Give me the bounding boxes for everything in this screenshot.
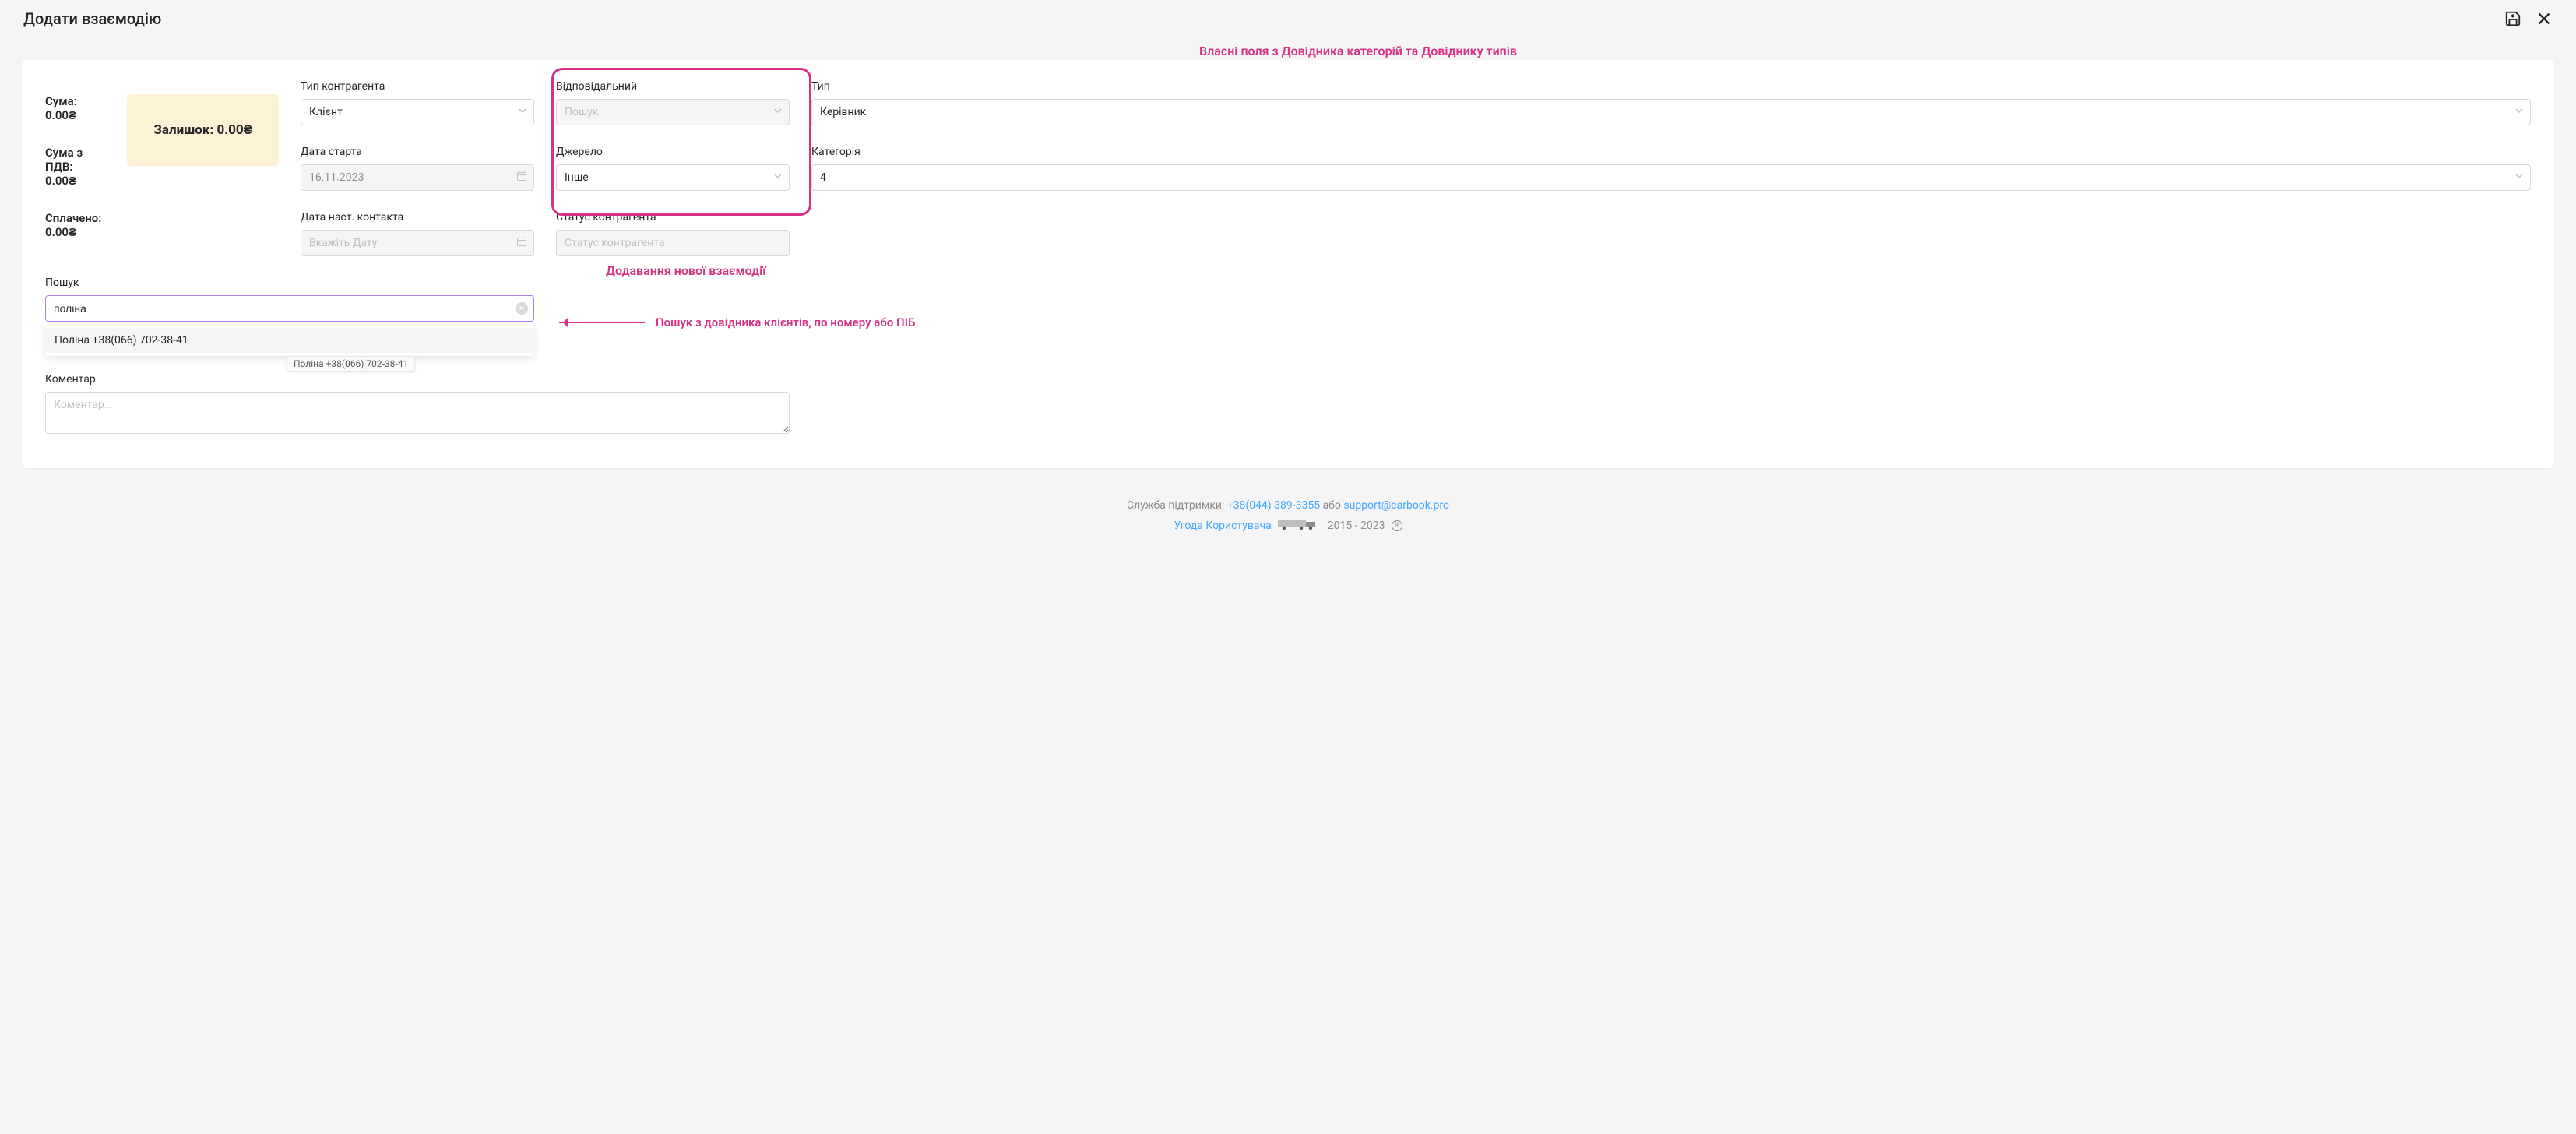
truck-icon xyxy=(1278,518,1321,534)
footer-email-link[interactable]: support@carbook.pro xyxy=(1343,499,1449,512)
annotation-top: Власні поля з Довідника категорій та Дов… xyxy=(0,44,2576,58)
modal-header: Додати взаємодію xyxy=(0,0,2576,37)
footer-or: або xyxy=(1320,499,1343,512)
summary-sum: Сума: 0.00₴ xyxy=(45,94,104,122)
summary-area: Сума: 0.00₴ Сума з ПДВ: 0.00₴ Сплачено: … xyxy=(45,80,279,259)
field-source: Джерело Інше xyxy=(556,146,790,191)
input-start-date[interactable]: 16.11.2023 xyxy=(301,164,534,191)
input-start-date-value: 16.11.2023 xyxy=(309,171,364,184)
comment-textarea[interactable] xyxy=(45,392,790,434)
select-counterparty-status-placeholder: Статус контрагента xyxy=(565,237,665,249)
footer-phone-link[interactable]: +38(044) 389-3355 xyxy=(1227,499,1320,512)
label-type: Тип xyxy=(811,80,2531,93)
header-actions xyxy=(2504,10,2553,27)
label-comment: Коментар xyxy=(45,373,790,386)
label-counterparty-status: Статус контрагента xyxy=(556,211,790,224)
calendar-icon xyxy=(516,171,527,185)
footer-agreement-link[interactable]: Угода Користувача xyxy=(1174,519,1272,532)
footer-support-line: Служба підтримки: +38(044) 389-3355 або … xyxy=(0,499,2576,512)
select-type[interactable]: Керівник xyxy=(811,99,2531,125)
clear-icon[interactable]: ✕ xyxy=(516,302,528,315)
footer-support-prefix: Служба підтримки: xyxy=(1127,499,1227,512)
label-start-date: Дата старта xyxy=(301,146,534,158)
select-counterparty-type[interactable]: Клієнт xyxy=(301,99,534,125)
form-card: Тип контрагента Клієнт Відповідальний По… xyxy=(22,60,2554,468)
calendar-icon xyxy=(516,236,527,250)
select-responsible-placeholder: Пошук xyxy=(565,106,599,118)
search-input[interactable] xyxy=(45,295,534,322)
balance-box: Залишок: 0.00₴ xyxy=(127,94,279,166)
registered-icon: R xyxy=(1392,520,1402,531)
search-tooltip: Поліна +38(066) 702-38-41 xyxy=(287,356,415,372)
footer-row2: Угода Користувача 2015 - 2023 R xyxy=(0,518,2576,534)
footer: Служба підтримки: +38(044) 389-3355 або … xyxy=(0,484,2576,557)
arrow-icon xyxy=(559,322,645,323)
label-counterparty-type: Тип контрагента xyxy=(301,80,534,93)
field-category: Категорія 4 xyxy=(811,146,2531,191)
summary-lines: Сума: 0.00₴ Сума з ПДВ: 0.00₴ Сплачено: … xyxy=(45,94,104,259)
select-responsible[interactable]: Пошук xyxy=(556,99,790,125)
field-responsible: Відповідальний Пошук xyxy=(556,80,790,125)
label-next-contact-date: Дата наст. контакта xyxy=(301,211,534,224)
chevron-down-icon xyxy=(2514,106,2524,118)
save-icon[interactable] xyxy=(2504,10,2521,27)
label-source: Джерело xyxy=(556,146,790,158)
annotation-search-text: Пошук з довідника клієнтів, по номеру аб… xyxy=(656,315,915,329)
select-counterparty-type-value: Клієнт xyxy=(309,106,343,118)
select-type-value: Керівник xyxy=(820,106,866,118)
search-dropdown-item[interactable]: Поліна +38(066) 702-38-41 xyxy=(45,328,534,353)
input-next-contact-date-placeholder: Вкажіть Дату xyxy=(309,237,377,249)
select-category-value: 4 xyxy=(820,171,826,184)
footer-years: 2015 - 2023 xyxy=(1328,519,1385,532)
field-comment: Коментар xyxy=(45,373,790,437)
label-search: Пошук xyxy=(45,276,534,289)
chevron-down-icon xyxy=(773,106,783,118)
field-start-date: Дата старта 16.11.2023 xyxy=(301,146,534,191)
select-category[interactable]: 4 xyxy=(811,164,2531,191)
field-type: Тип Керівник xyxy=(811,80,2531,125)
close-icon[interactable] xyxy=(2536,10,2553,27)
select-source[interactable]: Інше xyxy=(556,164,790,191)
label-category: Категорія xyxy=(811,146,2531,158)
summary-paid: Сплачено: 0.00₴ xyxy=(45,211,104,239)
annotation-search: Пошук з довідника клієнтів, по номеру аб… xyxy=(559,315,915,329)
search-dropdown: Поліна +38(066) 702-38-41 xyxy=(45,325,534,356)
field-counterparty-status: Статус контрагента Статус контрагента xyxy=(556,211,790,256)
select-source-value: Інше xyxy=(565,171,589,184)
annotation-middle: Додавання нової взаємодії xyxy=(606,263,766,278)
input-next-contact-date[interactable]: Вкажіть Дату xyxy=(301,230,534,256)
chevron-down-icon xyxy=(518,106,527,118)
chevron-down-icon xyxy=(773,171,783,184)
field-next-contact-date: Дата наст. контакта Вкажіть Дату xyxy=(301,211,534,256)
summary-sum-vat: Сума з ПДВ: 0.00₴ xyxy=(45,146,104,188)
chevron-down-icon xyxy=(2514,171,2524,184)
select-counterparty-status[interactable]: Статус контрагента xyxy=(556,230,790,256)
field-search: Пошук ✕ Поліна +38(066) 702-38-41 Поліна… xyxy=(45,276,534,322)
modal-title: Додати взаємодію xyxy=(23,9,161,28)
label-responsible: Відповідальний xyxy=(556,80,790,93)
field-counterparty-type: Тип контрагента Клієнт xyxy=(301,80,534,125)
